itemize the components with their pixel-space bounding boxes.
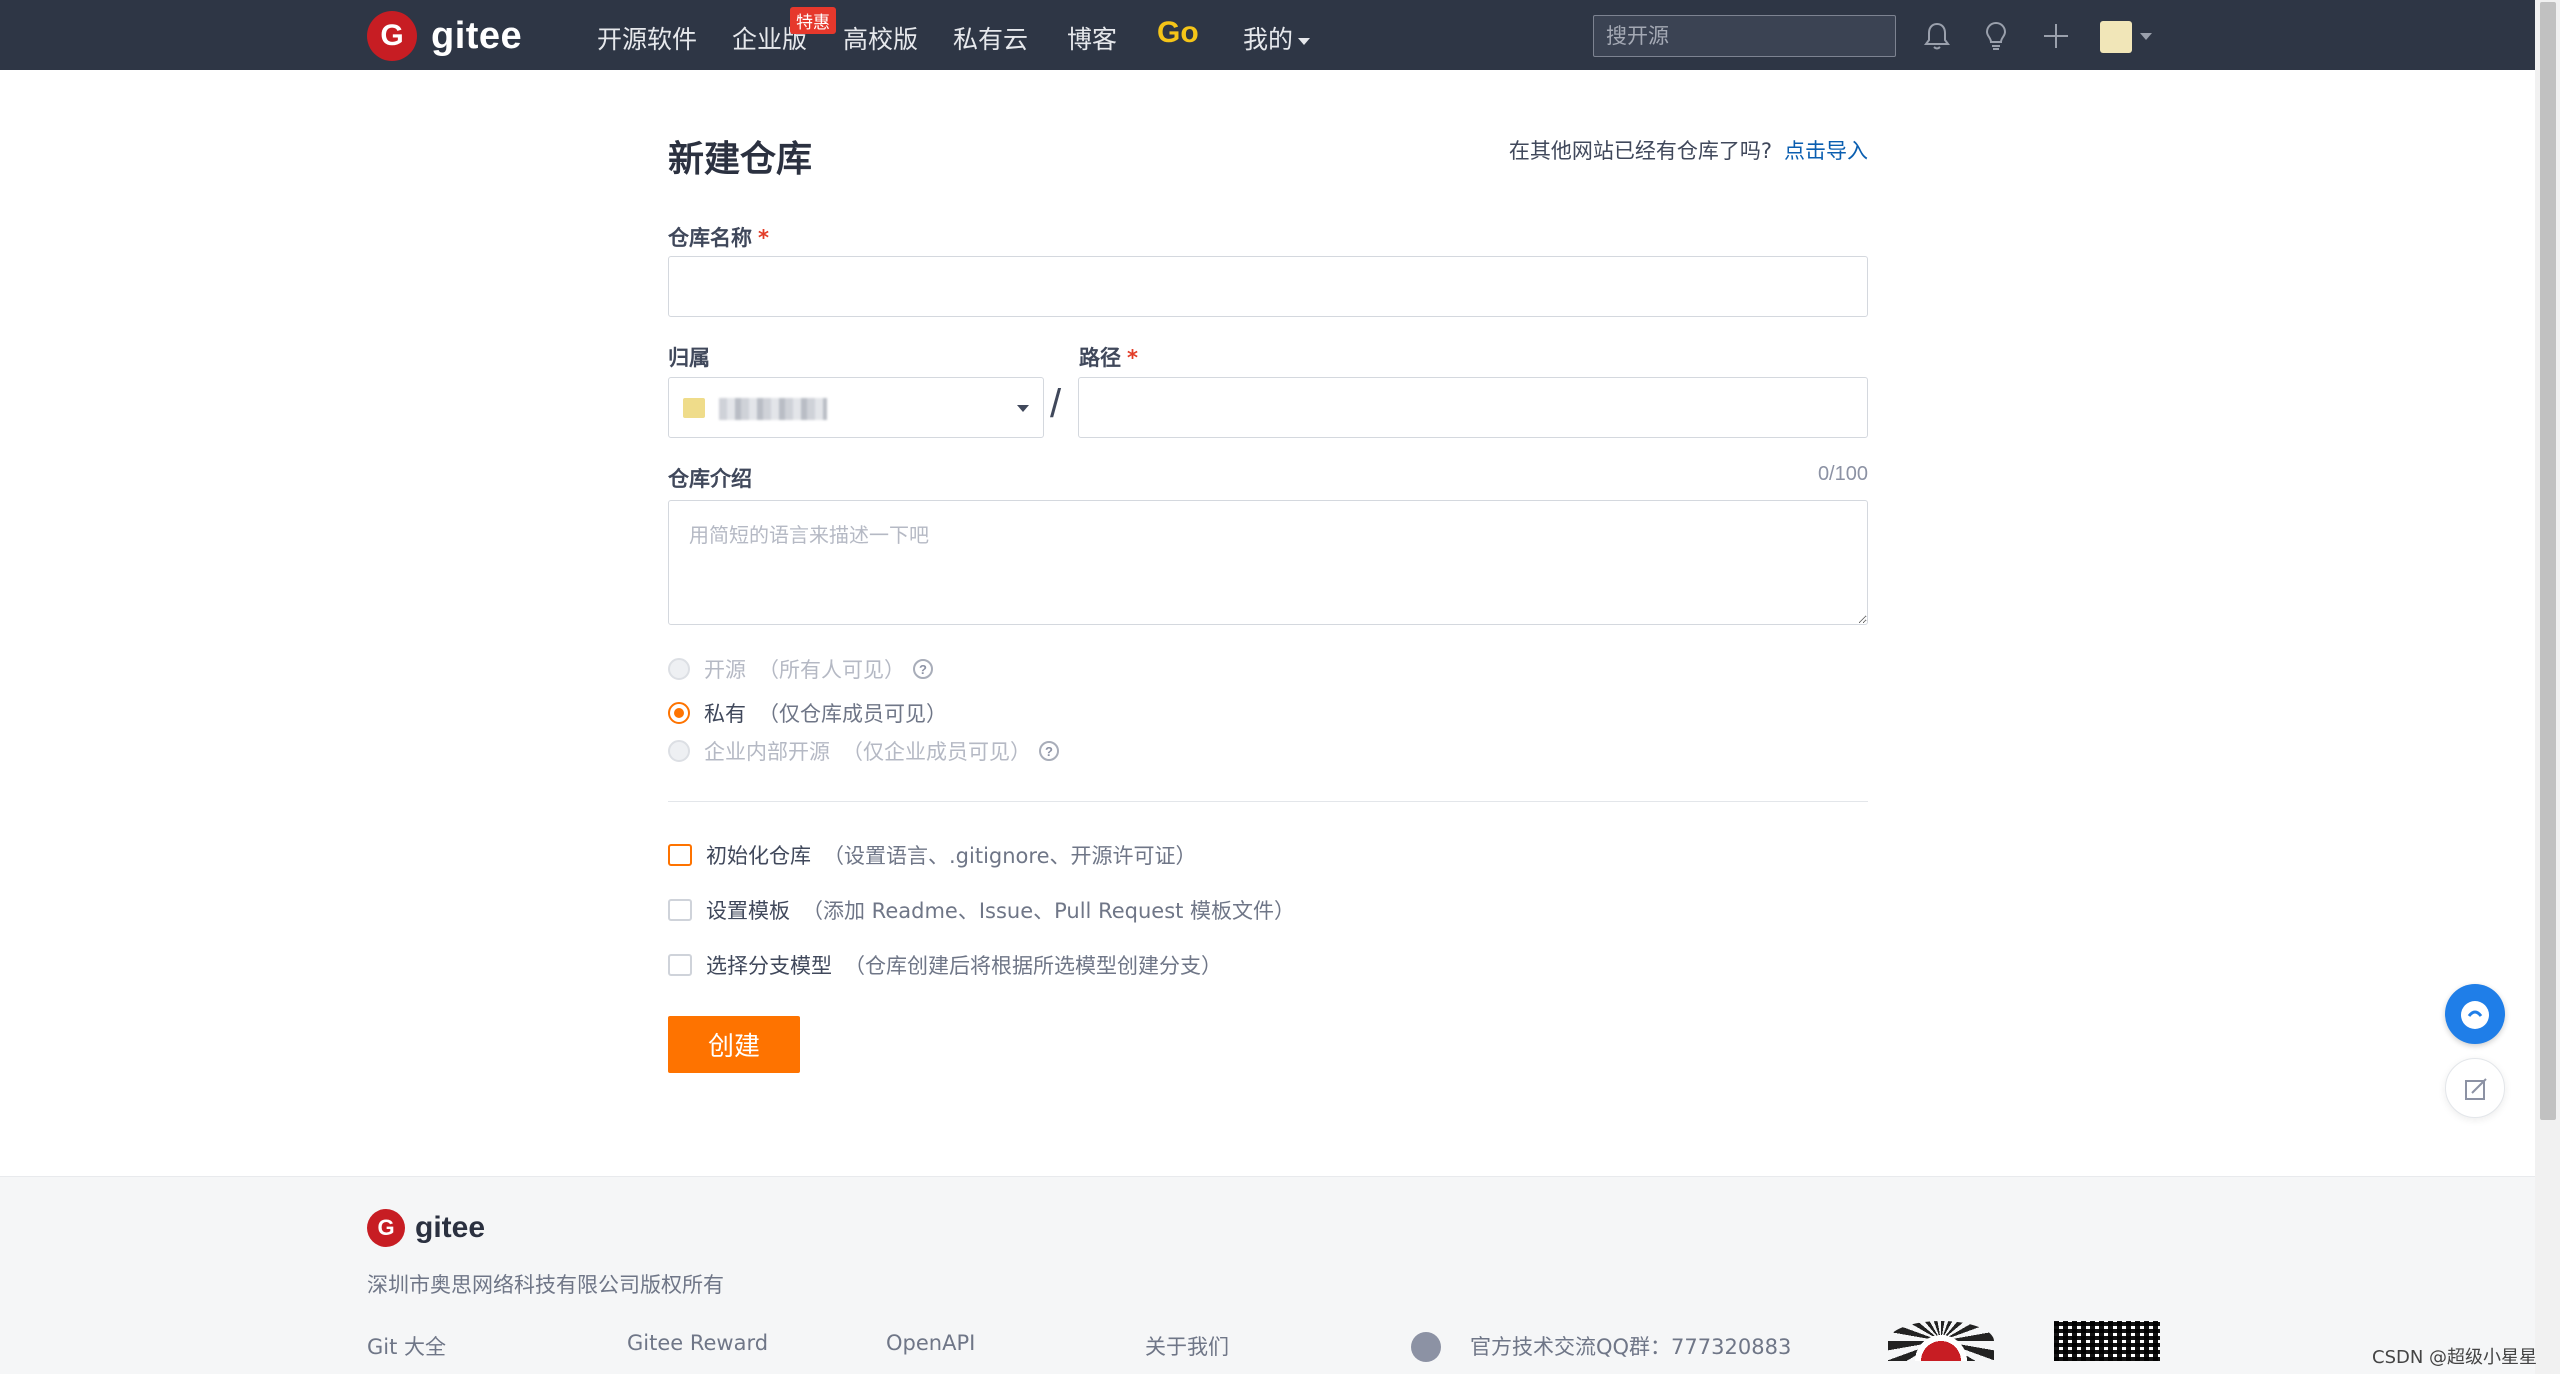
path-label-text: 路径 xyxy=(1079,346,1121,370)
repo-name-label-text: 仓库名称 xyxy=(668,226,752,250)
description-counter: 0/100 xyxy=(1817,463,1868,485)
footer-link-about[interactable]: 关于我们 xyxy=(1145,1331,1229,1361)
path-separator: / xyxy=(1050,382,1062,426)
visibility-option-desc: （仅仓库成员可见） xyxy=(758,702,947,726)
wechat-qr-code xyxy=(2054,1321,2160,1361)
nav-private-cloud[interactable]: 私有云 xyxy=(953,20,1028,56)
repo-name-label: 仓库名称 * xyxy=(668,222,769,252)
footer: G gitee 深圳市奥思网络科技有限公司版权所有 Git 大全 Gitee R… xyxy=(0,1176,2535,1374)
user-avatar[interactable] xyxy=(2100,21,2132,53)
radio-private[interactable] xyxy=(668,702,690,724)
promo-badge: 特惠 xyxy=(790,7,836,34)
path-label: 路径 * xyxy=(1079,342,1138,372)
checkbox-branch-model[interactable] xyxy=(668,954,692,976)
footer-logo[interactable]: G gitee xyxy=(367,1209,485,1247)
lightbulb-icon[interactable] xyxy=(1980,20,2012,52)
visibility-option-private[interactable]: 私有 （仅仓库成员可见） xyxy=(668,698,947,728)
avatar-chevron-down-icon[interactable] xyxy=(2140,33,2152,40)
create-button[interactable]: 创建 xyxy=(668,1016,800,1073)
option-desc: （仓库创建后将根据所选模型创建分支） xyxy=(844,954,1222,978)
option-init-repo[interactable]: 初始化仓库 （设置语言、.gitignore、开源许可证） xyxy=(668,840,1197,870)
nav-open-source[interactable]: 开源软件 xyxy=(597,20,697,56)
visibility-option-label: 开源 xyxy=(704,658,746,682)
description-label: 仓库介绍 xyxy=(668,467,752,491)
question-icon[interactable]: ? xyxy=(1039,741,1059,761)
footer-qq-group: 官方技术交流QQ群：777320883 xyxy=(1470,1335,1792,1359)
import-link[interactable]: 点击导入 xyxy=(1784,139,1868,163)
owner-label: 归属 xyxy=(668,346,710,370)
option-set-template[interactable]: 设置模板 （添加 Readme、Issue、Pull Request 模板文件） xyxy=(668,895,1295,925)
required-mark: * xyxy=(758,226,769,250)
footer-link-gitee-reward[interactable]: Gitee Reward xyxy=(627,1331,768,1355)
option-desc: （设置语言、.gitignore、开源许可证） xyxy=(823,844,1197,868)
gitee-logo-icon: G xyxy=(367,1209,405,1247)
footer-copyright: 深圳市奥思网络科技有限公司版权所有 xyxy=(367,1273,724,1297)
owner-select[interactable] xyxy=(668,377,1044,438)
plus-icon[interactable] xyxy=(2040,20,2072,52)
owner-avatar xyxy=(683,398,705,418)
nav-blog[interactable]: 博客 xyxy=(1067,20,1117,56)
gitee-logo[interactable]: G gitee xyxy=(367,11,522,61)
import-hint: 在其他网站已经有仓库了吗? 点击导入 xyxy=(1509,135,1868,165)
edit-icon xyxy=(2465,1078,2487,1100)
option-label: 选择分支模型 xyxy=(706,954,832,978)
divider xyxy=(668,801,1868,802)
feedback-button[interactable] xyxy=(2445,1058,2505,1118)
visibility-option-desc: （所有人可见） xyxy=(758,658,905,682)
chevron-down-icon xyxy=(1017,405,1029,412)
scrollbar-thumb[interactable] xyxy=(2540,2,2556,1120)
nav-education[interactable]: 高校版 xyxy=(843,20,918,56)
footer-logo-text: gitee xyxy=(415,1211,486,1244)
nav-mine-label: 我的 xyxy=(1243,25,1294,54)
footer-link-openapi[interactable]: OpenAPI xyxy=(886,1331,975,1355)
page-title: 新建仓库 xyxy=(668,139,813,180)
checkbox-set-template[interactable] xyxy=(668,899,692,921)
nav-go[interactable]: Go xyxy=(1157,16,1199,50)
top-navbar: G gitee 开源软件 企业版 特惠 高校版 私有云 博客 Go 我的 xyxy=(0,0,2535,70)
required-mark: * xyxy=(1127,346,1138,370)
mini-program-qr-code xyxy=(1888,1321,1994,1361)
question-icon[interactable]: ? xyxy=(913,659,933,679)
gitee-logo-icon: G xyxy=(367,11,417,61)
checkbox-init-repo[interactable] xyxy=(668,844,692,866)
repo-name-input[interactable] xyxy=(668,256,1868,317)
option-label: 设置模板 xyxy=(706,899,790,923)
description-textarea[interactable] xyxy=(668,500,1868,625)
search-input[interactable] xyxy=(1593,15,1896,57)
option-branch-model[interactable]: 选择分支模型 （仓库创建后将根据所选模型创建分支） xyxy=(668,950,1222,980)
chevron-down-icon xyxy=(1298,37,1311,45)
gitee-logo-text: gitee xyxy=(431,14,523,57)
path-input[interactable] xyxy=(1078,377,1868,438)
radio-public[interactable] xyxy=(668,658,690,680)
visibility-option-label: 企业内部开源 xyxy=(704,740,830,764)
visibility-option-desc: （仅企业成员可见） xyxy=(842,740,1031,764)
visibility-option-public[interactable]: 开源 （所有人可见） ? xyxy=(668,654,933,684)
bell-icon[interactable] xyxy=(1921,20,1953,52)
nav-mine-dropdown[interactable]: 我的 xyxy=(1243,20,1311,56)
chat-bubble-icon xyxy=(2461,1001,2489,1029)
option-desc: （添加 Readme、Issue、Pull Request 模板文件） xyxy=(802,899,1296,923)
radio-enterprise[interactable] xyxy=(668,740,690,762)
visibility-option-label: 私有 xyxy=(704,702,746,726)
support-chat-button[interactable] xyxy=(2445,984,2505,1044)
csdn-watermark: CSDN @超级小星星 xyxy=(2372,1347,2538,1368)
owner-name-blurred xyxy=(719,398,827,420)
option-label: 初始化仓库 xyxy=(706,844,811,868)
import-hint-text: 在其他网站已经有仓库了吗? xyxy=(1508,139,1772,163)
qq-icon xyxy=(1411,1332,1441,1362)
visibility-option-enterprise[interactable]: 企业内部开源 （仅企业成员可见） ? xyxy=(668,736,1059,766)
footer-link-git-guide[interactable]: Git 大全 xyxy=(367,1331,446,1361)
